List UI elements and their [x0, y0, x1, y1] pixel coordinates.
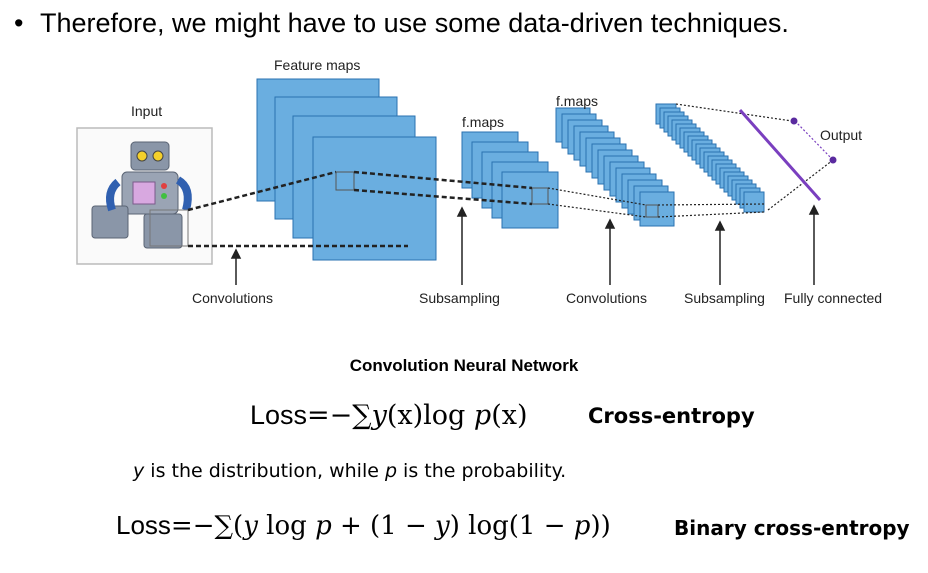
bce-mid: + (1 −: [331, 511, 436, 541]
label-fully-connected: Fully connected: [784, 290, 883, 306]
formula-x-log: (x)log: [386, 400, 466, 431]
bce-log1: log: [257, 511, 316, 541]
note-y: y: [133, 460, 145, 482]
bce-eq: =−∑(: [170, 511, 244, 541]
bce-loss-word: Loss: [116, 510, 171, 540]
formula-loss-word: Loss: [250, 400, 308, 430]
formula-p: p: [473, 400, 492, 431]
fmaps-stack-1: [461, 131, 559, 229]
binary-cross-entropy-label: Binary cross-entropy: [674, 516, 910, 540]
formula-x-end: (x): [491, 400, 528, 431]
feature-maps-stack: [256, 78, 437, 261]
label-output: Output: [820, 127, 863, 143]
label-subsampling-1: Subsampling: [419, 290, 500, 306]
explanation-note: y is the distribution, while p is the pr…: [133, 460, 566, 482]
formula-eq: =−∑: [307, 400, 372, 431]
bce-y2: y: [435, 511, 450, 541]
formula-y: y: [371, 400, 387, 431]
binary-cross-entropy-formula: Loss=−∑(y log p + (1 − y) log(1 − p)): [116, 510, 611, 541]
cnn-diagram: [76, 78, 837, 285]
note-mid: is the distribution, while: [144, 460, 385, 482]
bce-mid2: ) log(1 −: [449, 511, 574, 541]
bce-p2: p: [573, 511, 591, 541]
diagram-caption: Convolution Neural Network: [349, 356, 579, 375]
label-fmaps-2: f.maps: [556, 93, 599, 109]
bce-end: )): [590, 511, 611, 541]
cross-entropy-label: Cross-entropy: [588, 404, 755, 428]
cross-entropy-formula: Loss=−∑y(x)log p(x): [250, 400, 528, 431]
label-input: Input: [131, 103, 163, 119]
label-convolutions-1: Convolutions: [192, 290, 273, 306]
label-subsampling-2: Subsampling: [684, 290, 765, 306]
label-fmaps-1: f.maps: [462, 114, 505, 130]
input-image: [76, 127, 213, 265]
bce-y1: y: [243, 511, 258, 541]
bce-p1: p: [315, 511, 332, 541]
fmaps-stack-2: [555, 107, 675, 227]
note-end: is the probability.: [397, 460, 567, 482]
note-p: p: [384, 460, 398, 482]
label-feature-maps: Feature maps: [274, 57, 361, 73]
label-convolutions-2: Convolutions: [566, 290, 647, 306]
